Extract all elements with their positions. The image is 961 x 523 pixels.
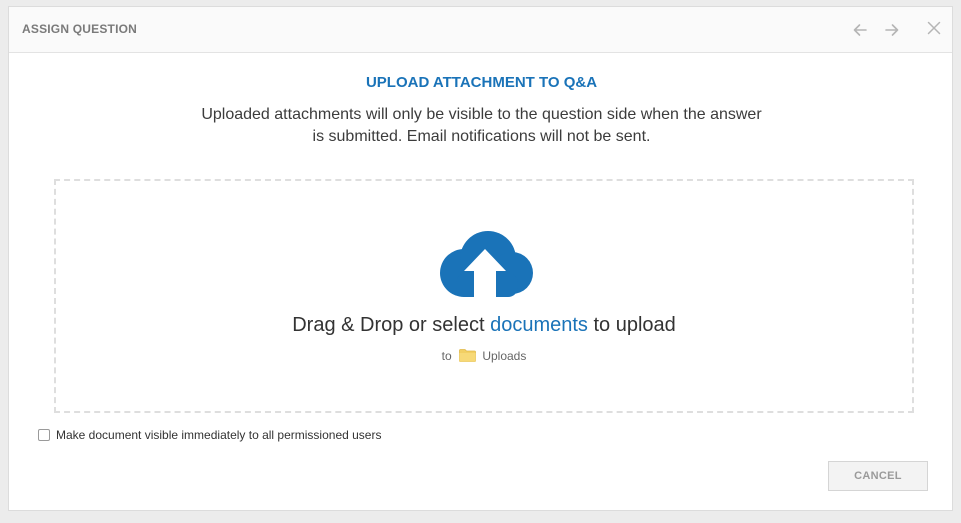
dialog-header: ASSIGN QUESTION <box>9 7 952 53</box>
cancel-button[interactable]: CANCEL <box>828 461 928 491</box>
back-button[interactable] <box>849 19 871 41</box>
arrow-right-icon <box>885 24 899 36</box>
close-icon <box>927 21 941 35</box>
drop-instructions: Drag & Drop or select documents to uploa… <box>56 314 912 337</box>
assign-question-dialog: ASSIGN QUESTION UPLOAD ATTACHMENT TO Q&A… <box>8 6 953 511</box>
drop-prefix: Drag & Drop or select <box>292 314 491 336</box>
drop-suffix: to upload <box>587 314 676 336</box>
visible-immediately-option[interactable]: Make document visible immediately to all… <box>38 428 381 442</box>
upload-heading: UPLOAD ATTACHMENT TO Q&A <box>365 74 598 91</box>
upload-target: to Uploads <box>56 349 912 363</box>
visible-immediately-checkbox[interactable] <box>38 429 50 441</box>
forward-button[interactable] <box>881 19 903 41</box>
visible-immediately-label[interactable]: Make document visible immediately to all… <box>56 428 381 442</box>
arrow-left-icon <box>853 24 867 36</box>
select-documents-link[interactable]: documents <box>490 314 588 336</box>
folder-icon <box>459 349 476 362</box>
dialog-title: ASSIGN QUESTION <box>22 22 138 36</box>
upload-description: Uploaded attachments will only be visibl… <box>201 106 762 145</box>
target-folder-name[interactable]: Uploads <box>482 349 526 363</box>
upload-dropzone[interactable]: Drag & Drop or select documents to uploa… <box>54 179 914 413</box>
close-button[interactable] <box>923 17 945 39</box>
cloud-upload-icon <box>440 231 533 299</box>
target-prefix: to <box>441 349 452 363</box>
